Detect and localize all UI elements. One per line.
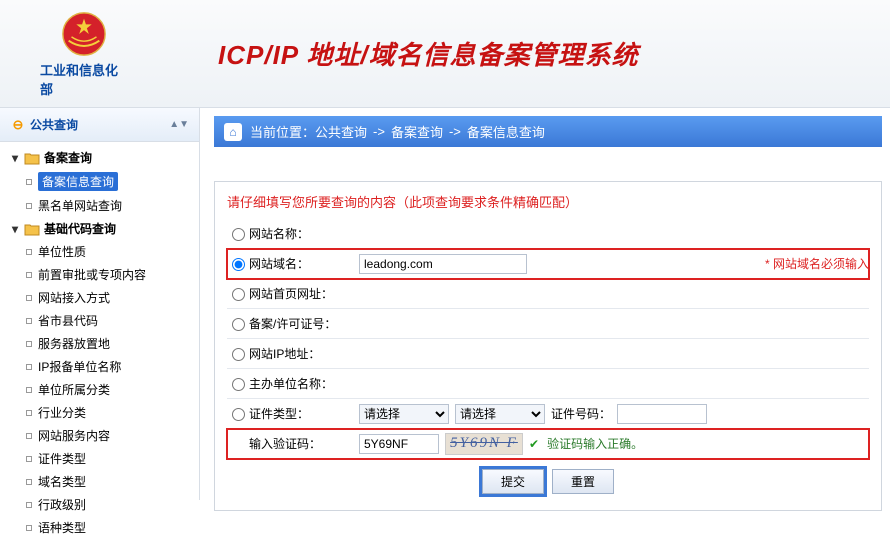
reset-button[interactable]: 重置 bbox=[552, 469, 614, 494]
row-site-name: 网站名称： bbox=[227, 219, 869, 249]
doc-icon bbox=[26, 387, 32, 393]
input-cert-no[interactable] bbox=[617, 404, 707, 424]
form-instruction: 请仔细填写您所要查询的内容（此项查询要求条件精确匹配） bbox=[227, 192, 869, 211]
doc-icon bbox=[26, 179, 32, 185]
label-site-name: 网站名称： bbox=[249, 225, 359, 242]
minus-circle-icon: ⊖ bbox=[10, 117, 26, 133]
national-emblem-icon bbox=[50, 10, 118, 58]
required-msg: * 网站域名必须输入 bbox=[765, 255, 869, 272]
radio-ip[interactable] bbox=[232, 348, 245, 361]
label-cert: 证件类型： bbox=[249, 405, 359, 422]
home-icon[interactable]: ⌂ bbox=[224, 123, 242, 141]
doc-icon bbox=[26, 249, 32, 255]
doc-icon bbox=[26, 272, 32, 278]
tree-item[interactable]: 网站服务内容 bbox=[0, 424, 199, 447]
tree-item[interactable]: 服务器放置地 bbox=[0, 332, 199, 355]
sidebar-section-title: 公共查询 bbox=[30, 116, 78, 133]
breadcrumb-sep: -> bbox=[449, 124, 461, 139]
doc-icon bbox=[26, 502, 32, 508]
query-panel: 请仔细填写您所要查询的内容（此项查询要求条件精确匹配） 网站名称： 网站域名： … bbox=[214, 181, 882, 511]
doc-icon bbox=[26, 318, 32, 324]
folder-open-icon bbox=[24, 222, 40, 236]
sidebar-section-head[interactable]: ⊖ 公共查询 ▲▼ bbox=[0, 108, 199, 142]
radio-cert[interactable] bbox=[232, 408, 245, 421]
form-actions: 提交 重置 bbox=[227, 469, 869, 494]
sidebar-tree: ▾ 备案查询 备案信息查询 黑名单网站查询 ▾ 基础代码查询 单位性质 前置审批… bbox=[0, 142, 199, 539]
label-license: 备案/许可证号： bbox=[249, 315, 359, 332]
doc-icon bbox=[26, 410, 32, 416]
arrow-down-icon: ▾ bbox=[12, 222, 24, 236]
content: ⌂ 当前位置： 公共查询 -> 备案查询 -> 备案信息查询 请仔细填写您所要查… bbox=[200, 108, 890, 500]
breadcrumb-sep: -> bbox=[373, 124, 385, 139]
row-ip: 网站IP地址： bbox=[227, 339, 869, 369]
arrow-down-icon: ▾ bbox=[12, 151, 24, 165]
tree-item[interactable]: 行政级别 bbox=[0, 493, 199, 516]
select-cert-type-1[interactable]: 请选择 bbox=[359, 404, 449, 424]
label-sponsor: 主办单位名称： bbox=[249, 375, 359, 392]
breadcrumb-item[interactable]: 公共查询 bbox=[315, 122, 367, 141]
tree-item[interactable]: 前置审批或专项内容 bbox=[0, 263, 199, 286]
sidebar: ⊖ 公共查询 ▲▼ ▾ 备案查询 备案信息查询 黑名单网站查询 ▾ 基础代码查询… bbox=[0, 108, 200, 500]
doc-icon bbox=[26, 364, 32, 370]
tree-group-filing[interactable]: ▾ 备案查询 bbox=[0, 146, 199, 169]
check-circle-icon: ✔ bbox=[529, 437, 539, 451]
submit-button[interactable]: 提交 bbox=[482, 469, 544, 494]
captcha-ok-msg: 验证码输入正确。 bbox=[547, 435, 643, 452]
input-site-domain[interactable] bbox=[359, 254, 527, 274]
ministry-label: 工业和信息化部 bbox=[40, 60, 128, 98]
row-sponsor: 主办单位名称： bbox=[227, 369, 869, 399]
doc-icon bbox=[26, 203, 32, 209]
radio-license[interactable] bbox=[232, 318, 245, 331]
tree-group-basecode[interactable]: ▾ 基础代码查询 bbox=[0, 217, 199, 240]
tree-item[interactable]: 省市县代码 bbox=[0, 309, 199, 332]
system-title: ICP/IP 地址/域名信息备案管理系统 bbox=[128, 35, 850, 72]
row-captcha: 输入验证码： 5Y69N F ✔ 验证码输入正确。 bbox=[227, 429, 869, 459]
radio-sponsor[interactable] bbox=[232, 378, 245, 391]
tree-item-record-info[interactable]: 备案信息查询 bbox=[0, 169, 199, 194]
tree-item[interactable]: 域名类型 bbox=[0, 470, 199, 493]
label-captcha: 输入验证码： bbox=[249, 435, 359, 452]
input-captcha[interactable] bbox=[359, 434, 439, 454]
label-cert-no: 证件号码： bbox=[551, 405, 611, 422]
emblem-block: 工业和信息化部 bbox=[40, 10, 128, 98]
label-site-domain: 网站域名： bbox=[249, 255, 359, 272]
header: 工业和信息化部 ICP/IP 地址/域名信息备案管理系统 bbox=[0, 0, 890, 108]
tree-item[interactable]: 网站接入方式 bbox=[0, 286, 199, 309]
label-ip: 网站IP地址： bbox=[249, 345, 359, 362]
breadcrumb-prefix: 当前位置： bbox=[250, 122, 315, 141]
folder-open-icon bbox=[24, 151, 40, 165]
radio-site-name[interactable] bbox=[232, 228, 245, 241]
tree-item[interactable]: 证件类型 bbox=[0, 447, 199, 470]
doc-icon bbox=[26, 479, 32, 485]
tree-item[interactable]: 单位性质 bbox=[0, 240, 199, 263]
tree-item[interactable]: IP报备单位名称 bbox=[0, 355, 199, 378]
label-homepage: 网站首页网址： bbox=[249, 285, 359, 302]
tree-item[interactable]: 语种类型 bbox=[0, 516, 199, 539]
doc-icon bbox=[26, 525, 32, 531]
breadcrumb-item[interactable]: 备案信息查询 bbox=[467, 122, 545, 141]
doc-icon bbox=[26, 341, 32, 347]
doc-icon bbox=[26, 433, 32, 439]
row-cert: 证件类型： 请选择 请选择 证件号码： bbox=[227, 399, 869, 429]
breadcrumb-item[interactable]: 备案查询 bbox=[391, 122, 443, 141]
captcha-image[interactable]: 5Y69N F bbox=[445, 433, 523, 455]
main: ⊖ 公共查询 ▲▼ ▾ 备案查询 备案信息查询 黑名单网站查询 ▾ 基础代码查询… bbox=[0, 108, 890, 500]
row-homepage: 网站首页网址： bbox=[227, 279, 869, 309]
tree-item[interactable]: 行业分类 bbox=[0, 401, 199, 424]
breadcrumb: ⌂ 当前位置： 公共查询 -> 备案查询 -> 备案信息查询 bbox=[214, 116, 882, 147]
row-license: 备案/许可证号： bbox=[227, 309, 869, 339]
select-cert-type-2[interactable]: 请选择 bbox=[455, 404, 545, 424]
collapse-double-icon[interactable]: ▲▼ bbox=[169, 119, 189, 130]
row-site-domain: 网站域名： * 网站域名必须输入 bbox=[227, 249, 869, 279]
doc-icon bbox=[26, 456, 32, 462]
doc-icon bbox=[26, 295, 32, 301]
tree-item[interactable]: 单位所属分类 bbox=[0, 378, 199, 401]
radio-homepage[interactable] bbox=[232, 288, 245, 301]
radio-site-domain[interactable] bbox=[232, 258, 245, 271]
tree-item-blacklist[interactable]: 黑名单网站查询 bbox=[0, 194, 199, 217]
